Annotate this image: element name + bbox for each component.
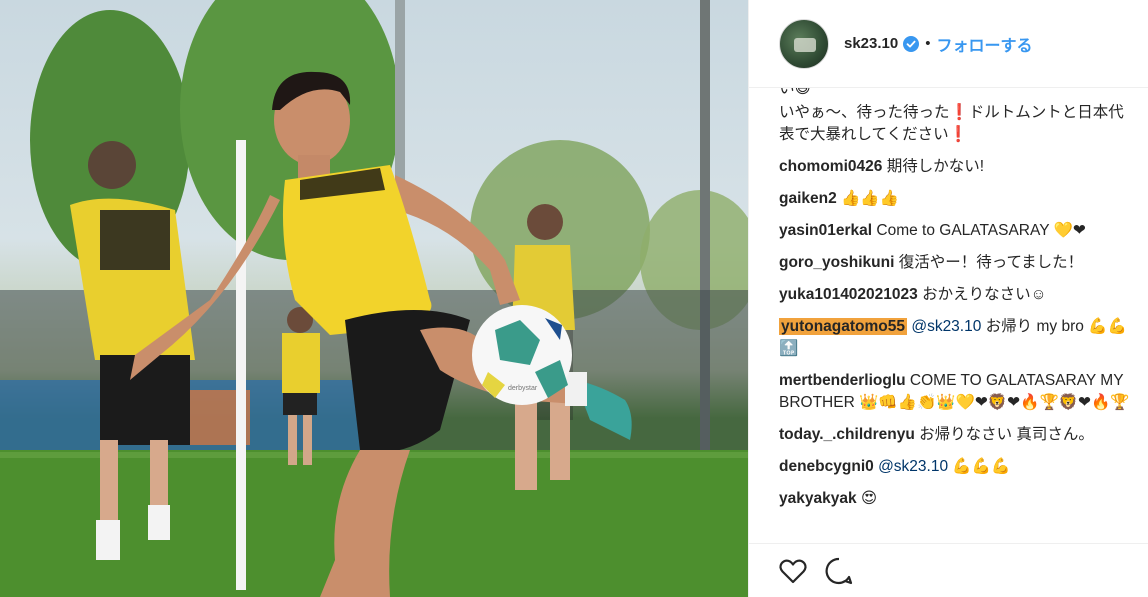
ball-brand-text: derbystar: [508, 385, 538, 392]
comment-text: い😆: [779, 88, 811, 97]
post-author-username[interactable]: sk23.10: [844, 35, 898, 52]
comment-item: yakyakyak 😍: [779, 488, 1133, 510]
comment-mention-link[interactable]: @sk23.10: [911, 318, 981, 335]
comment-text: いやぁ〜、待った待った❗️ドルトムントと日本代表で大暴れしてください❗️: [779, 104, 1124, 143]
soccer-ball: derbystar: [472, 305, 572, 405]
comment-username[interactable]: denebcygni0: [779, 458, 874, 475]
comment-text: 😍: [860, 490, 878, 507]
heart-icon[interactable]: [777, 555, 809, 587]
comment-text: 👍👍👍: [841, 190, 899, 207]
comment-username[interactable]: today._.childrenyu: [779, 426, 915, 443]
training-pole: [236, 140, 246, 590]
comment-text: 復活やー！待ってました！: [898, 254, 1084, 271]
comment-item: い😆: [779, 88, 1133, 100]
post-header: sk23.10 • フォローする: [749, 0, 1148, 88]
comment-list[interactable]: い😆 いやぁ〜、待った待った❗️ドルトムントと日本代表で大暴れしてください❗️ …: [749, 88, 1148, 543]
avatar[interactable]: [779, 18, 829, 69]
training-scene-illustration: derbystar: [0, 0, 748, 597]
post-photo[interactable]: derbystar: [0, 0, 748, 597]
comment-item: yuka101402021023 おかえりなさい☺: [779, 284, 1133, 306]
comment-item: mertbenderlioglu COME TO GALATASARAY MY …: [779, 370, 1133, 414]
comment-text: おかえりなさい☺: [922, 286, 1047, 303]
comment-username-highlighted[interactable]: yutonagatomo55: [779, 318, 908, 335]
comment-text: Come to GALATASARAY 💛❤: [876, 222, 1086, 239]
comment-item: yutonagatomo55 @sk23.10 お帰り my bro 💪💪🔝: [779, 316, 1133, 360]
separator-dot: •: [925, 35, 931, 52]
comment-bubble-icon[interactable]: [823, 555, 855, 587]
follow-button[interactable]: フォローする: [937, 32, 1033, 56]
comment-text: お帰りなさい 真司さん。: [919, 426, 1094, 443]
comment-text: 期待しかない!: [886, 158, 985, 175]
comment-item: いやぁ〜、待った待った❗️ドルトムントと日本代表で大暴れしてください❗️: [779, 102, 1133, 146]
comment-username[interactable]: yuka101402021023: [779, 286, 918, 303]
comment-username[interactable]: mertbenderlioglu: [779, 372, 906, 389]
post-action-bar: [749, 543, 1148, 597]
verified-badge-icon: [903, 35, 920, 52]
comment-mention-link[interactable]: @sk23.10: [878, 458, 948, 475]
comment-item: gaiken2 👍👍👍: [779, 188, 1133, 210]
comment-username[interactable]: gaiken2: [779, 190, 837, 207]
comment-item: goro_yoshikuni 復活やー！待ってました！: [779, 252, 1133, 274]
comment-username[interactable]: yasin01erkal: [779, 222, 872, 239]
comment-item: chomomi0426 期待しかない!: [779, 156, 1133, 178]
comment-username[interactable]: chomomi0426: [779, 158, 882, 175]
comment-username[interactable]: goro_yoshikuni: [779, 254, 894, 271]
post-side-panel: sk23.10 • フォローする い😆 いやぁ〜、待った待った❗️ドルトムントと…: [748, 0, 1148, 597]
comment-item: today._.childrenyu お帰りなさい 真司さん。: [779, 424, 1133, 446]
comment-username[interactable]: yakyakyak: [779, 490, 857, 507]
comment-item: yasin01erkal Come to GALATASARAY 💛❤: [779, 220, 1133, 242]
comment-item: denebcygni0 @sk23.10 💪💪💪: [779, 456, 1133, 478]
comment-text: 💪💪💪: [952, 458, 1011, 475]
